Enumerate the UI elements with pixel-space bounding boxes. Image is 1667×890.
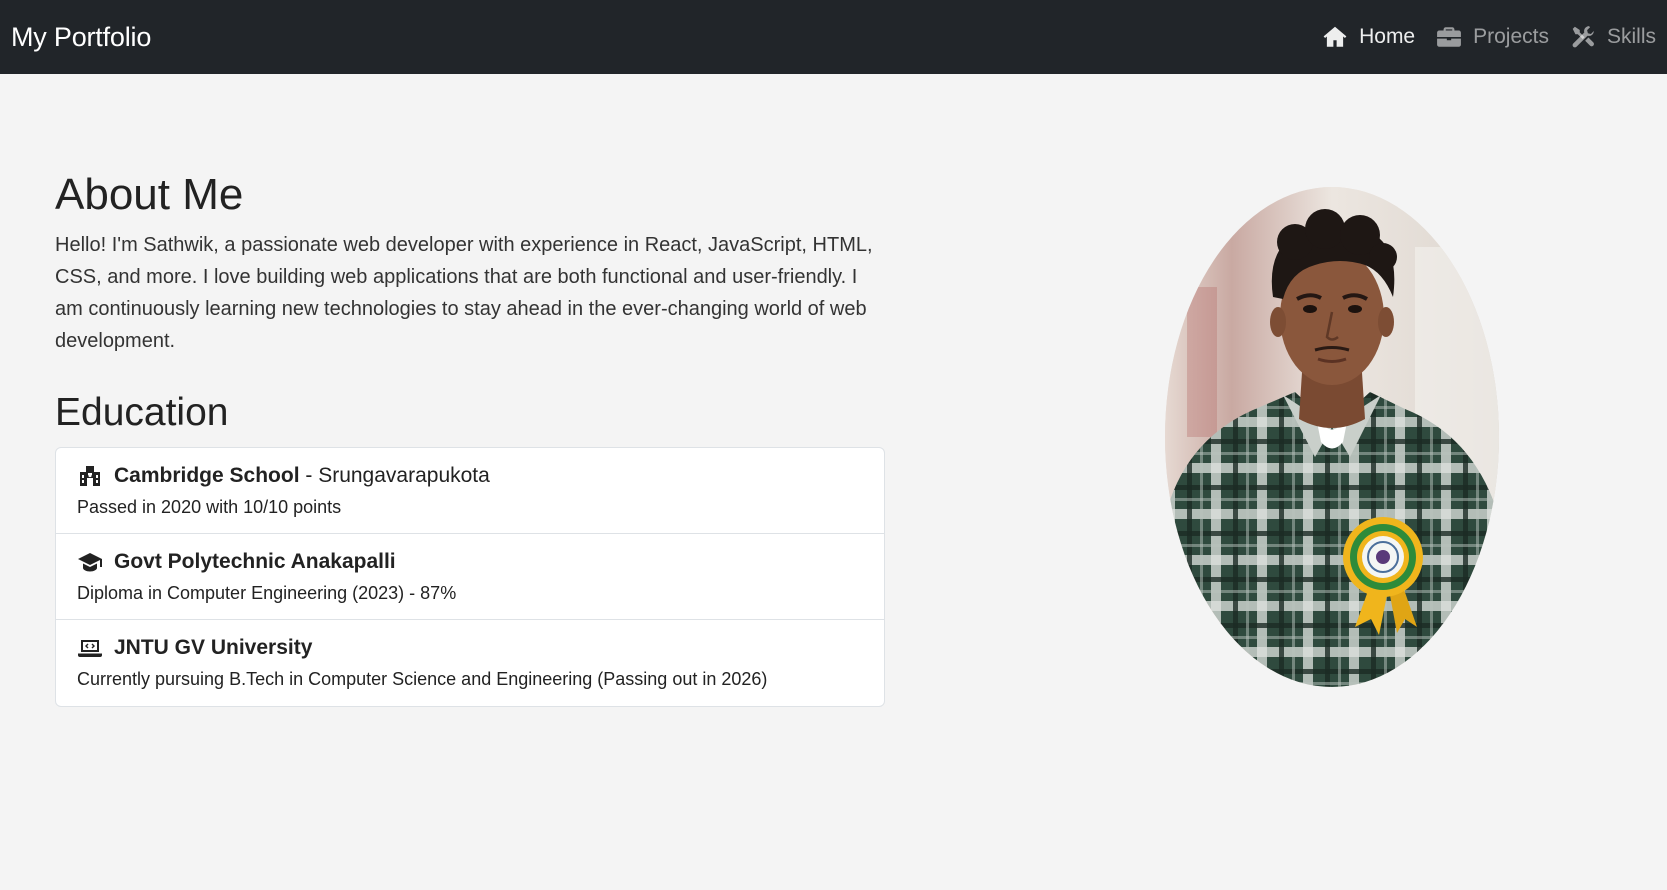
school-icon xyxy=(77,464,103,488)
profile-photo xyxy=(1165,187,1499,687)
education-detail: Diploma in Computer Engineering (2023) -… xyxy=(77,583,457,603)
education-item-header: JNTU GV University xyxy=(77,633,863,663)
education-item-header: Govt Polytechnic Anakapalli xyxy=(77,547,863,577)
brand-link[interactable]: My Portfolio xyxy=(11,22,151,53)
graduation-cap-icon xyxy=(77,550,103,574)
education-location: Srungavarapukota xyxy=(318,464,490,487)
nav-link-label: Projects xyxy=(1473,25,1549,48)
education-item: Govt Polytechnic Anakapalli Diploma in C… xyxy=(56,534,884,620)
about-heading: About Me xyxy=(55,170,244,219)
education-item: JNTU GV University Currently pursuing B.… xyxy=(56,620,884,706)
nav-link-label: Home xyxy=(1359,25,1416,48)
nav-link-home[interactable]: Home xyxy=(1322,24,1415,50)
nav-link-skills[interactable]: Skills xyxy=(1570,24,1656,50)
education-separator: - xyxy=(299,464,319,487)
nav-links: Home Projects Skills xyxy=(1322,24,1656,50)
education-institution: Cambridge School xyxy=(114,464,300,487)
nav-link-label: Skills xyxy=(1606,25,1656,48)
briefcase-icon xyxy=(1436,24,1462,50)
laptop-code-icon xyxy=(77,636,103,660)
about-text: Hello! I'm Sathwik, a passionate web dev… xyxy=(55,234,873,352)
education-list: Cambridge School - Srungavarapukota Pass… xyxy=(55,447,885,707)
education-detail: Passed in 2020 with 10/10 points xyxy=(77,497,342,517)
home-icon xyxy=(1322,24,1348,50)
education-detail: Currently pursuing B.Tech in Computer Sc… xyxy=(77,669,768,689)
education-item-header: Cambridge School - Srungavarapukota xyxy=(77,461,863,491)
education-institution: Govt Polytechnic Anakapalli xyxy=(114,550,396,573)
navbar: My Portfolio Home Projects Skills xyxy=(0,0,1667,74)
education-institution: JNTU GV University xyxy=(114,636,313,659)
education-heading: Education xyxy=(55,391,229,434)
education-item: Cambridge School - Srungavarapukota Pass… xyxy=(56,448,884,534)
about-section: About Me Hello! I'm Sathwik, a passionat… xyxy=(55,160,885,707)
tools-icon xyxy=(1570,24,1596,50)
nav-link-projects[interactable]: Projects xyxy=(1436,24,1549,50)
